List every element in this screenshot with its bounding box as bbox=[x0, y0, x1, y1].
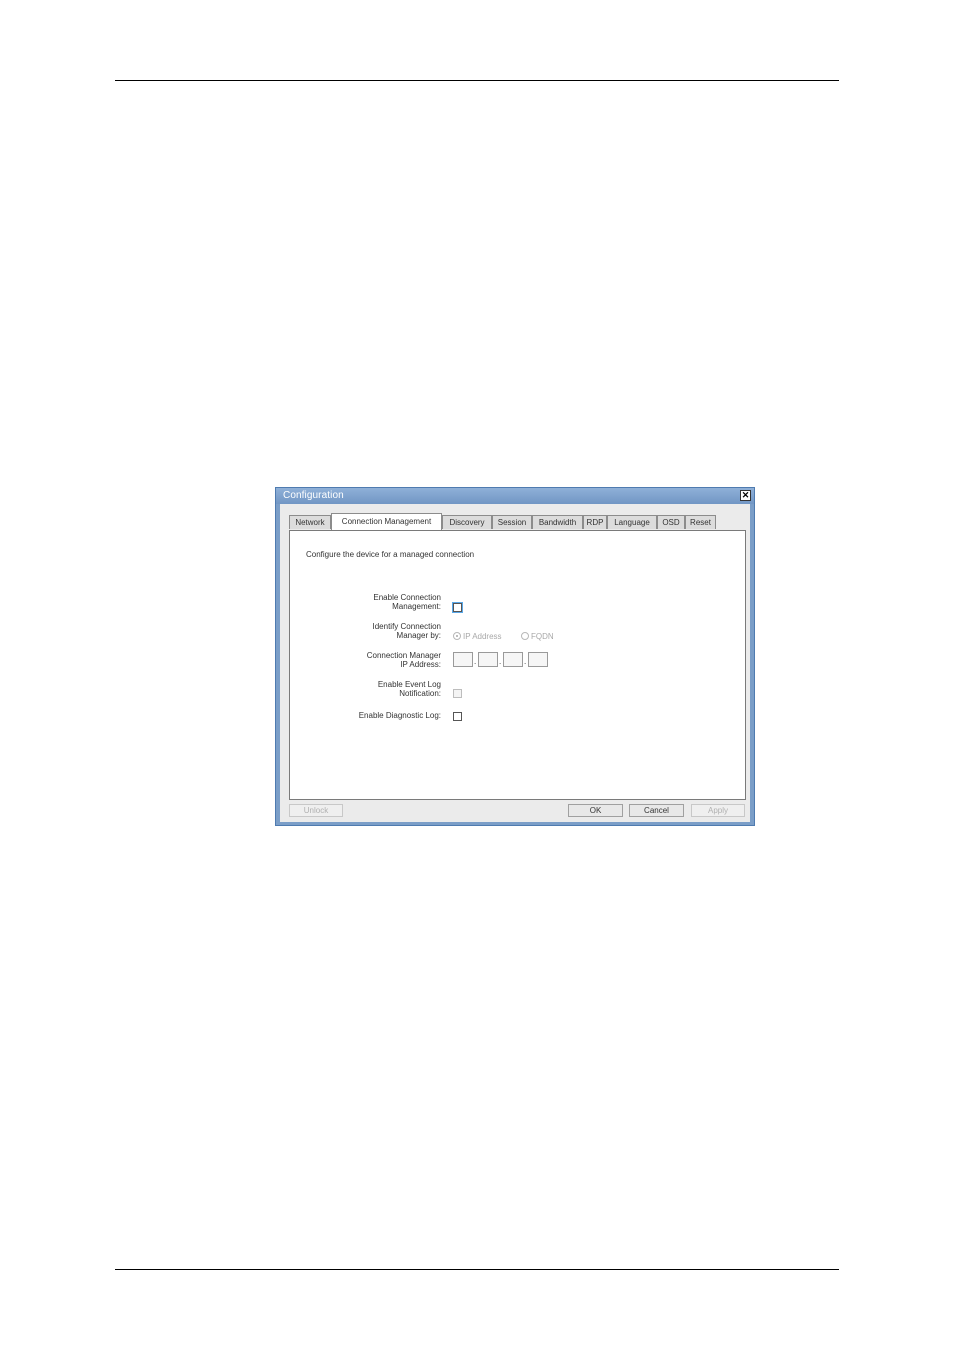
connection-management-panel: Configure the device for a managed conne… bbox=[289, 530, 746, 800]
title-bar[interactable]: Configuration ✕ bbox=[276, 488, 754, 504]
identify-fqdn-option[interactable]: FQDN bbox=[521, 632, 554, 641]
identify-label: Identify Connection Manager by: bbox=[373, 622, 442, 640]
window-title: Configuration bbox=[283, 490, 344, 501]
radio-icon[interactable] bbox=[521, 632, 529, 640]
cancel-button[interactable]: Cancel bbox=[629, 804, 684, 817]
identify-ip-label: IP Address bbox=[463, 632, 502, 641]
tab-bandwidth[interactable]: Bandwidth bbox=[532, 515, 583, 529]
page-header-rule bbox=[115, 80, 839, 81]
event-log-checkbox[interactable] bbox=[453, 689, 462, 698]
tab-connection-management[interactable]: Connection Management bbox=[331, 513, 442, 530]
tab-language[interactable]: Language bbox=[607, 515, 657, 529]
cm-ip-octet-4[interactable] bbox=[528, 652, 548, 667]
unlock-button[interactable]: Unlock bbox=[289, 804, 343, 817]
cm-ip-label: Connection Manager IP Address: bbox=[367, 651, 441, 669]
event-log-label: Enable Event Log Notification: bbox=[378, 680, 441, 698]
tab-discovery[interactable]: Discovery bbox=[442, 515, 492, 529]
close-icon[interactable]: ✕ bbox=[740, 490, 751, 501]
cm-ip-octet-1[interactable] bbox=[453, 652, 473, 667]
apply-button[interactable]: Apply bbox=[691, 804, 745, 817]
tab-network[interactable]: Network bbox=[289, 515, 331, 529]
cm-ip-input-group: . . . bbox=[453, 652, 553, 667]
enable-cm-label-line2: Management: bbox=[392, 602, 441, 611]
panel-intro-text: Configure the device for a managed conne… bbox=[306, 550, 475, 559]
identify-label-line2: Manager by: bbox=[396, 631, 441, 640]
cm-ip-separator: . bbox=[474, 657, 477, 666]
tab-osd[interactable]: OSD bbox=[657, 515, 685, 529]
cm-ip-octet-2[interactable] bbox=[478, 652, 498, 667]
diag-log-checkbox[interactable] bbox=[453, 712, 462, 721]
enable-cm-checkbox[interactable] bbox=[452, 602, 463, 613]
tab-rdp[interactable]: RDP bbox=[583, 515, 607, 529]
cm-ip-separator: . bbox=[524, 657, 527, 666]
tab-reset[interactable]: Reset bbox=[685, 515, 716, 529]
tab-session[interactable]: Session bbox=[492, 515, 532, 529]
event-log-label-line2: Notification: bbox=[399, 689, 441, 698]
page-footer-rule bbox=[115, 1269, 839, 1270]
identify-label-line1: Identify Connection bbox=[372, 622, 442, 631]
radio-icon[interactable] bbox=[453, 632, 461, 640]
cm-ip-label-line1: Connection Manager bbox=[366, 651, 441, 660]
cm-ip-separator: . bbox=[499, 657, 502, 666]
event-log-label-line1: Enable Event Log bbox=[377, 680, 441, 689]
identify-fqdn-label: FQDN bbox=[531, 632, 554, 641]
ok-button[interactable]: OK bbox=[568, 804, 623, 817]
enable-cm-label-line1: Enable Connection bbox=[373, 593, 441, 602]
diag-log-label: Enable Diagnostic Log: bbox=[358, 711, 441, 720]
window-client-area: Network Connection Management Discovery … bbox=[280, 504, 750, 822]
identify-ip-option[interactable]: IP Address bbox=[453, 632, 502, 641]
cm-ip-octet-3[interactable] bbox=[503, 652, 523, 667]
configuration-window: Configuration ✕ Network Connection Manag… bbox=[275, 487, 755, 826]
cm-ip-label-line2: IP Address: bbox=[400, 660, 441, 669]
enable-cm-label: Enable Connection Management: bbox=[373, 593, 441, 611]
